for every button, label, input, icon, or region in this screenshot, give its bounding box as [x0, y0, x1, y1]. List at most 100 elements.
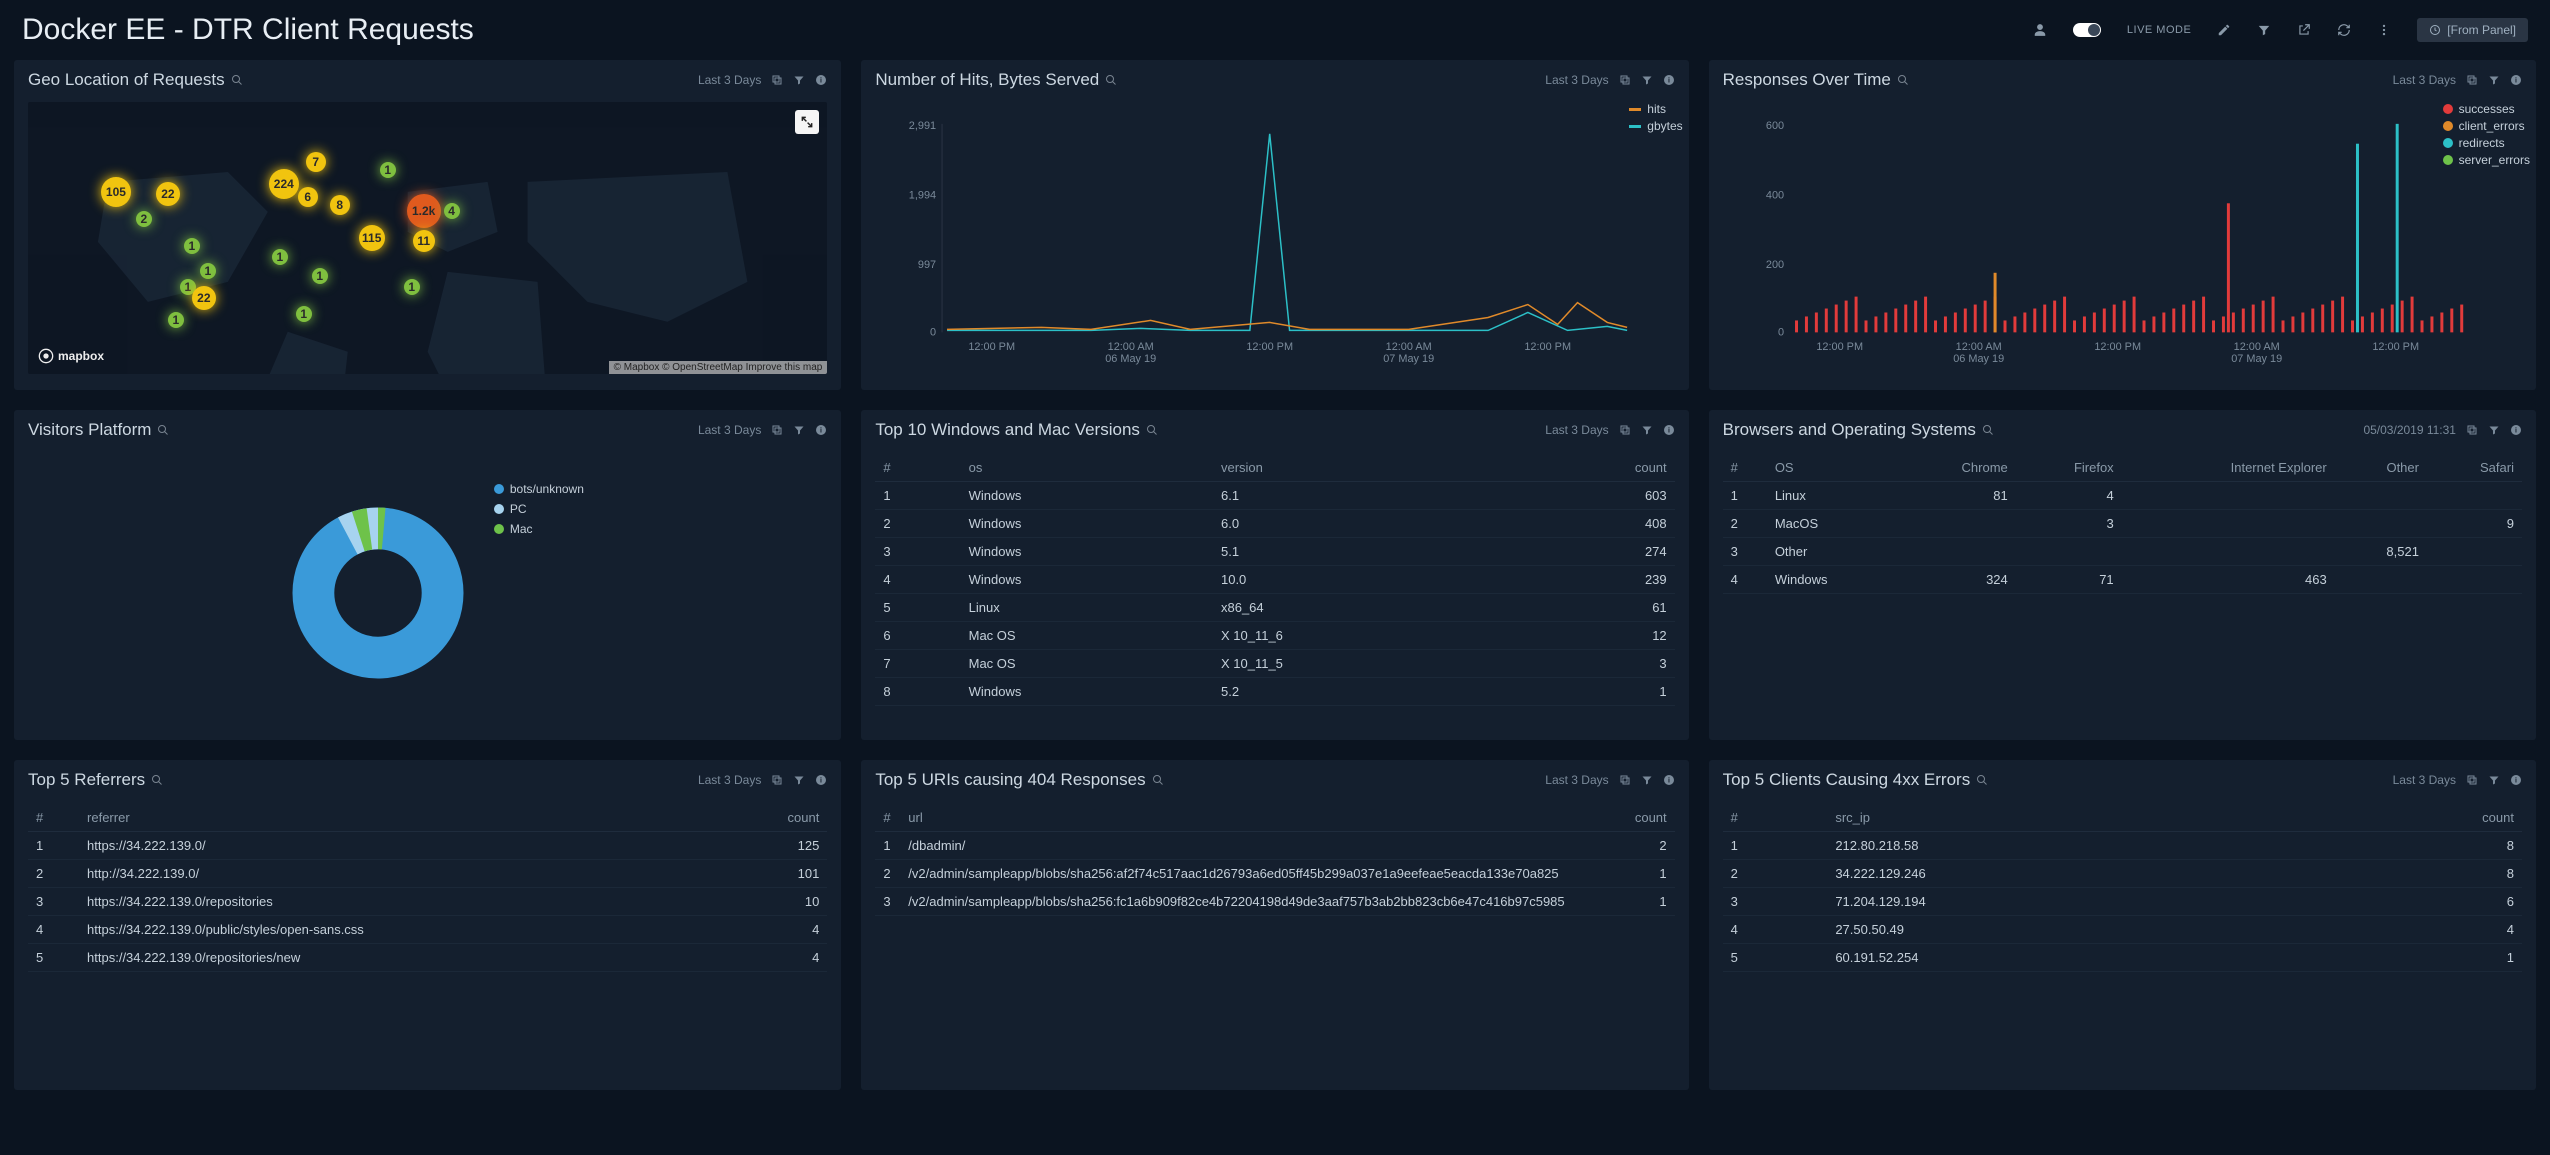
map-cluster[interactable]: 1	[272, 249, 288, 265]
table-header[interactable]: #	[875, 804, 900, 832]
table-row[interactable]: 3Windows5.1274	[875, 538, 1674, 566]
map-cluster[interactable]: 1.2k	[407, 194, 441, 228]
donut-chart-svg[interactable]	[283, 498, 473, 688]
table-header[interactable]: OS	[1767, 454, 1898, 482]
search-icon[interactable]	[151, 774, 163, 786]
table-header[interactable]: Chrome	[1897, 454, 2015, 482]
table-row[interactable]: 2/v2/admin/sampleapp/blobs/sha256:af2f74…	[875, 860, 1674, 888]
search-icon[interactable]	[1152, 774, 1164, 786]
table-header[interactable]: count	[722, 804, 827, 832]
info-icon[interactable]: i	[815, 74, 827, 86]
map-cluster[interactable]: 224	[269, 169, 299, 199]
table-header[interactable]: #	[875, 454, 960, 482]
table-row[interactable]: 8Windows5.21	[875, 678, 1674, 706]
map-cluster[interactable]: 105	[101, 177, 131, 207]
panel-time-range[interactable]: Last 3 Days	[698, 73, 761, 87]
filter-icon[interactable]	[793, 424, 805, 436]
more-icon[interactable]	[2377, 23, 2391, 37]
panel-time-range[interactable]: Last 3 Days	[1545, 773, 1608, 787]
table-container[interactable]: #osversioncount1Windows6.16032Windows6.0…	[861, 446, 1688, 740]
table-row[interactable]: 3Other8,521	[1723, 538, 2522, 566]
map-cluster[interactable]: 22	[192, 286, 216, 310]
table-row[interactable]: 427.50.50.494	[1723, 916, 2522, 944]
search-icon[interactable]	[231, 74, 243, 86]
user-icon[interactable]	[2033, 23, 2047, 37]
map-cluster[interactable]: 1	[168, 312, 184, 328]
copy-icon[interactable]	[1619, 424, 1631, 436]
info-icon[interactable]: i	[2510, 424, 2522, 436]
panel-time-range[interactable]: Last 3 Days	[2393, 773, 2456, 787]
table-header[interactable]: Internet Explorer	[2122, 454, 2335, 482]
search-icon[interactable]	[1982, 424, 1994, 436]
refresh-icon[interactable]	[2337, 23, 2351, 37]
table-header[interactable]: #	[1723, 454, 1767, 482]
table-row[interactable]: 3/v2/admin/sampleapp/blobs/sha256:fc1a6b…	[875, 888, 1674, 916]
copy-icon[interactable]	[1619, 774, 1631, 786]
filter-icon[interactable]	[1641, 774, 1653, 786]
filter-icon[interactable]	[2488, 424, 2500, 436]
table-row[interactable]: 6Mac OSX 10_11_612	[875, 622, 1674, 650]
panel-time-range[interactable]: Last 3 Days	[2393, 73, 2456, 87]
panel-time-range[interactable]: Last 3 Days	[1545, 73, 1608, 87]
copy-icon[interactable]	[2466, 424, 2478, 436]
map-cluster[interactable]: 2	[136, 211, 152, 227]
map-cluster[interactable]: 6	[298, 187, 318, 207]
info-icon[interactable]: i	[1663, 74, 1675, 86]
filter-icon[interactable]	[2488, 74, 2500, 86]
copy-icon[interactable]	[2466, 774, 2478, 786]
mapbox-logo[interactable]: mapbox	[38, 348, 104, 364]
copy-icon[interactable]	[1619, 74, 1631, 86]
from-panel-button[interactable]: [From Panel]	[2417, 18, 2528, 42]
table-row[interactable]: 5https://34.222.139.0/repositories/new4	[28, 944, 827, 972]
panel-time-range[interactable]: 05/03/2019 11:31	[2363, 423, 2456, 437]
chart-container[interactable]: 600 400 200 0 12:00 PM 12:00 AM06 May 19…	[1709, 96, 2536, 390]
info-icon[interactable]: i	[815, 424, 827, 436]
filter-icon[interactable]	[1641, 424, 1653, 436]
copy-icon[interactable]	[2466, 74, 2478, 86]
filter-icon[interactable]	[1641, 74, 1653, 86]
chart-container[interactable]: 2,991 1,994 997 0 12:00 PM 12:00 AM06 Ma…	[861, 96, 1688, 390]
map-cluster[interactable]: 8	[330, 195, 350, 215]
table-row[interactable]: 2Windows6.0408	[875, 510, 1674, 538]
maximize-icon[interactable]	[795, 110, 819, 134]
table-header[interactable]: version	[1213, 454, 1499, 482]
edit-icon[interactable]	[2217, 23, 2231, 37]
map-cluster[interactable]: 1	[312, 268, 328, 284]
table-container[interactable]: #referrercount1https://34.222.139.0/1252…	[14, 796, 841, 1090]
info-icon[interactable]: i	[1663, 424, 1675, 436]
map-cluster[interactable]: 1	[200, 263, 216, 279]
table-row[interactable]: 5Linuxx86_6461	[875, 594, 1674, 622]
map-cluster[interactable]: 4	[444, 203, 460, 219]
panel-time-range[interactable]: Last 3 Days	[1545, 423, 1608, 437]
table-row[interactable]: 3https://34.222.139.0/repositories10	[28, 888, 827, 916]
search-icon[interactable]	[1105, 74, 1117, 86]
map-cluster[interactable]: 7	[306, 152, 326, 172]
table-row[interactable]: 4Windows32471463	[1723, 566, 2522, 594]
table-header[interactable]: count	[1623, 804, 1674, 832]
info-icon[interactable]: i	[815, 774, 827, 786]
copy-icon[interactable]	[771, 424, 783, 436]
table-header[interactable]: url	[900, 804, 1623, 832]
table-row[interactable]: 2http://34.222.139.0/101	[28, 860, 827, 888]
table-header[interactable]: src_ip	[1827, 804, 2306, 832]
map-cluster[interactable]: 1	[380, 162, 396, 178]
table-header[interactable]: os	[961, 454, 1213, 482]
table-row[interactable]: 1https://34.222.139.0/125	[28, 832, 827, 860]
table-header[interactable]: count	[2307, 804, 2522, 832]
table-row[interactable]: 1212.80.218.588	[1723, 832, 2522, 860]
table-header[interactable]: Safari	[2427, 454, 2522, 482]
table-row[interactable]: 234.222.129.2468	[1723, 860, 2522, 888]
map-cluster[interactable]: 115	[359, 225, 385, 251]
map-cluster[interactable]: 11	[413, 230, 435, 252]
table-row[interactable]: 1Linux814	[1723, 482, 2522, 510]
table-header[interactable]: #	[1723, 804, 1828, 832]
copy-icon[interactable]	[771, 774, 783, 786]
live-mode-toggle[interactable]	[2073, 23, 2101, 37]
search-icon[interactable]	[157, 424, 169, 436]
table-row[interactable]: 1/dbadmin/2	[875, 832, 1674, 860]
table-row[interactable]: 1Windows6.1603	[875, 482, 1674, 510]
table-row[interactable]: 4https://34.222.139.0/public/styles/open…	[28, 916, 827, 944]
filter-icon[interactable]	[793, 74, 805, 86]
table-header[interactable]: #	[28, 804, 79, 832]
map-container[interactable]: 1052221112212247681111.2k14115111 mapbox…	[28, 102, 827, 374]
